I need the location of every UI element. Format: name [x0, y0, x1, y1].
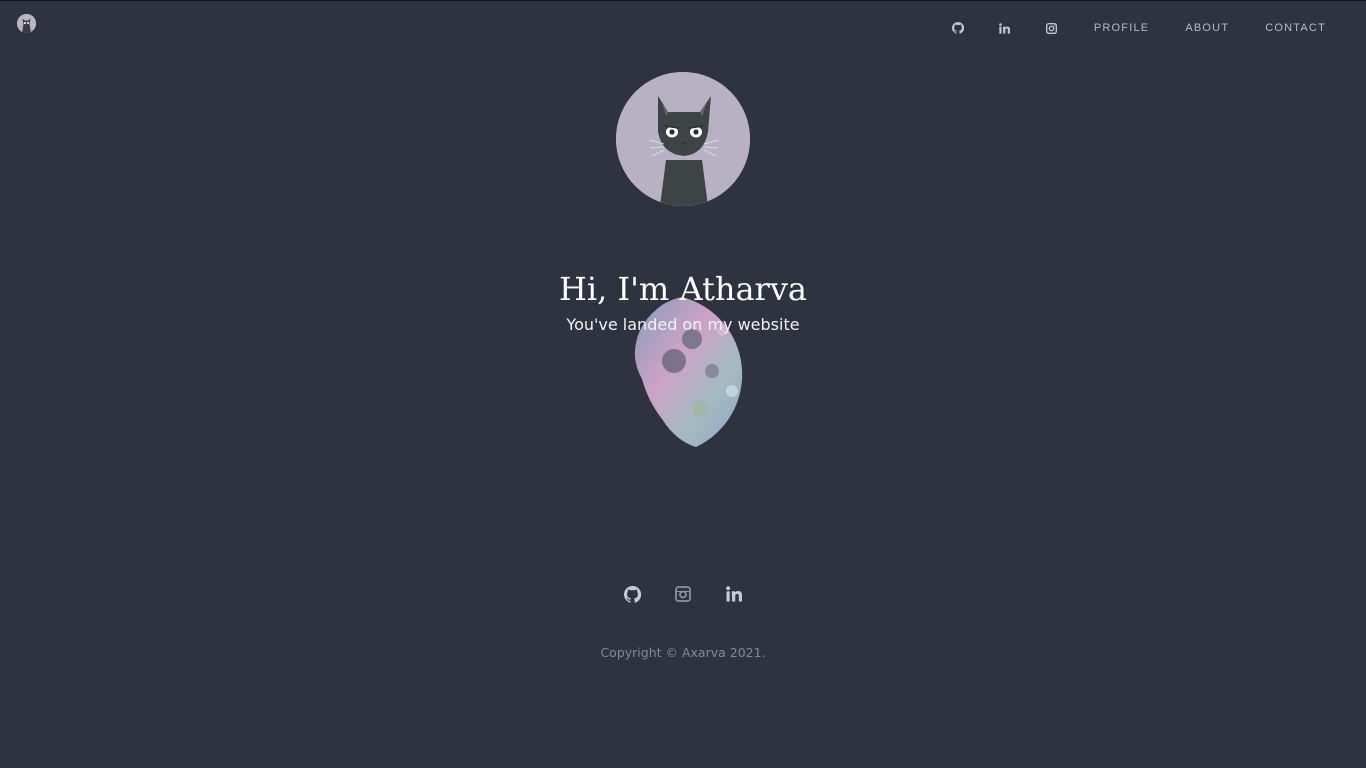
top-navigation: PROFILE ABOUT CONTACT: [951, 20, 1326, 36]
footer-social-links: [0, 585, 1366, 603]
site-logo-cat-icon[interactable]: [17, 14, 36, 33]
nav-link-contact[interactable]: CONTACT: [1265, 22, 1326, 34]
cat-avatar: [616, 72, 750, 206]
linkedin-icon[interactable]: [725, 585, 743, 603]
instagram-icon[interactable]: [674, 585, 692, 603]
copyright-text: Copyright © Axarva 2021.: [600, 645, 766, 660]
hero-title: Hi, I'm Atharva: [559, 270, 807, 308]
instagram-icon[interactable]: [1046, 22, 1058, 34]
linkedin-icon[interactable]: [999, 22, 1011, 34]
github-icon[interactable]: [951, 22, 964, 34]
github-icon[interactable]: [623, 585, 641, 603]
nav-link-about[interactable]: ABOUT: [1185, 22, 1229, 34]
page: PROFILE ABOUT CONTACT Hi, I'm Atharva Yo…: [0, 0, 1366, 768]
hero-subtitle: You've landed on my website: [566, 315, 800, 334]
nav-link-profile[interactable]: PROFILE: [1094, 22, 1149, 34]
